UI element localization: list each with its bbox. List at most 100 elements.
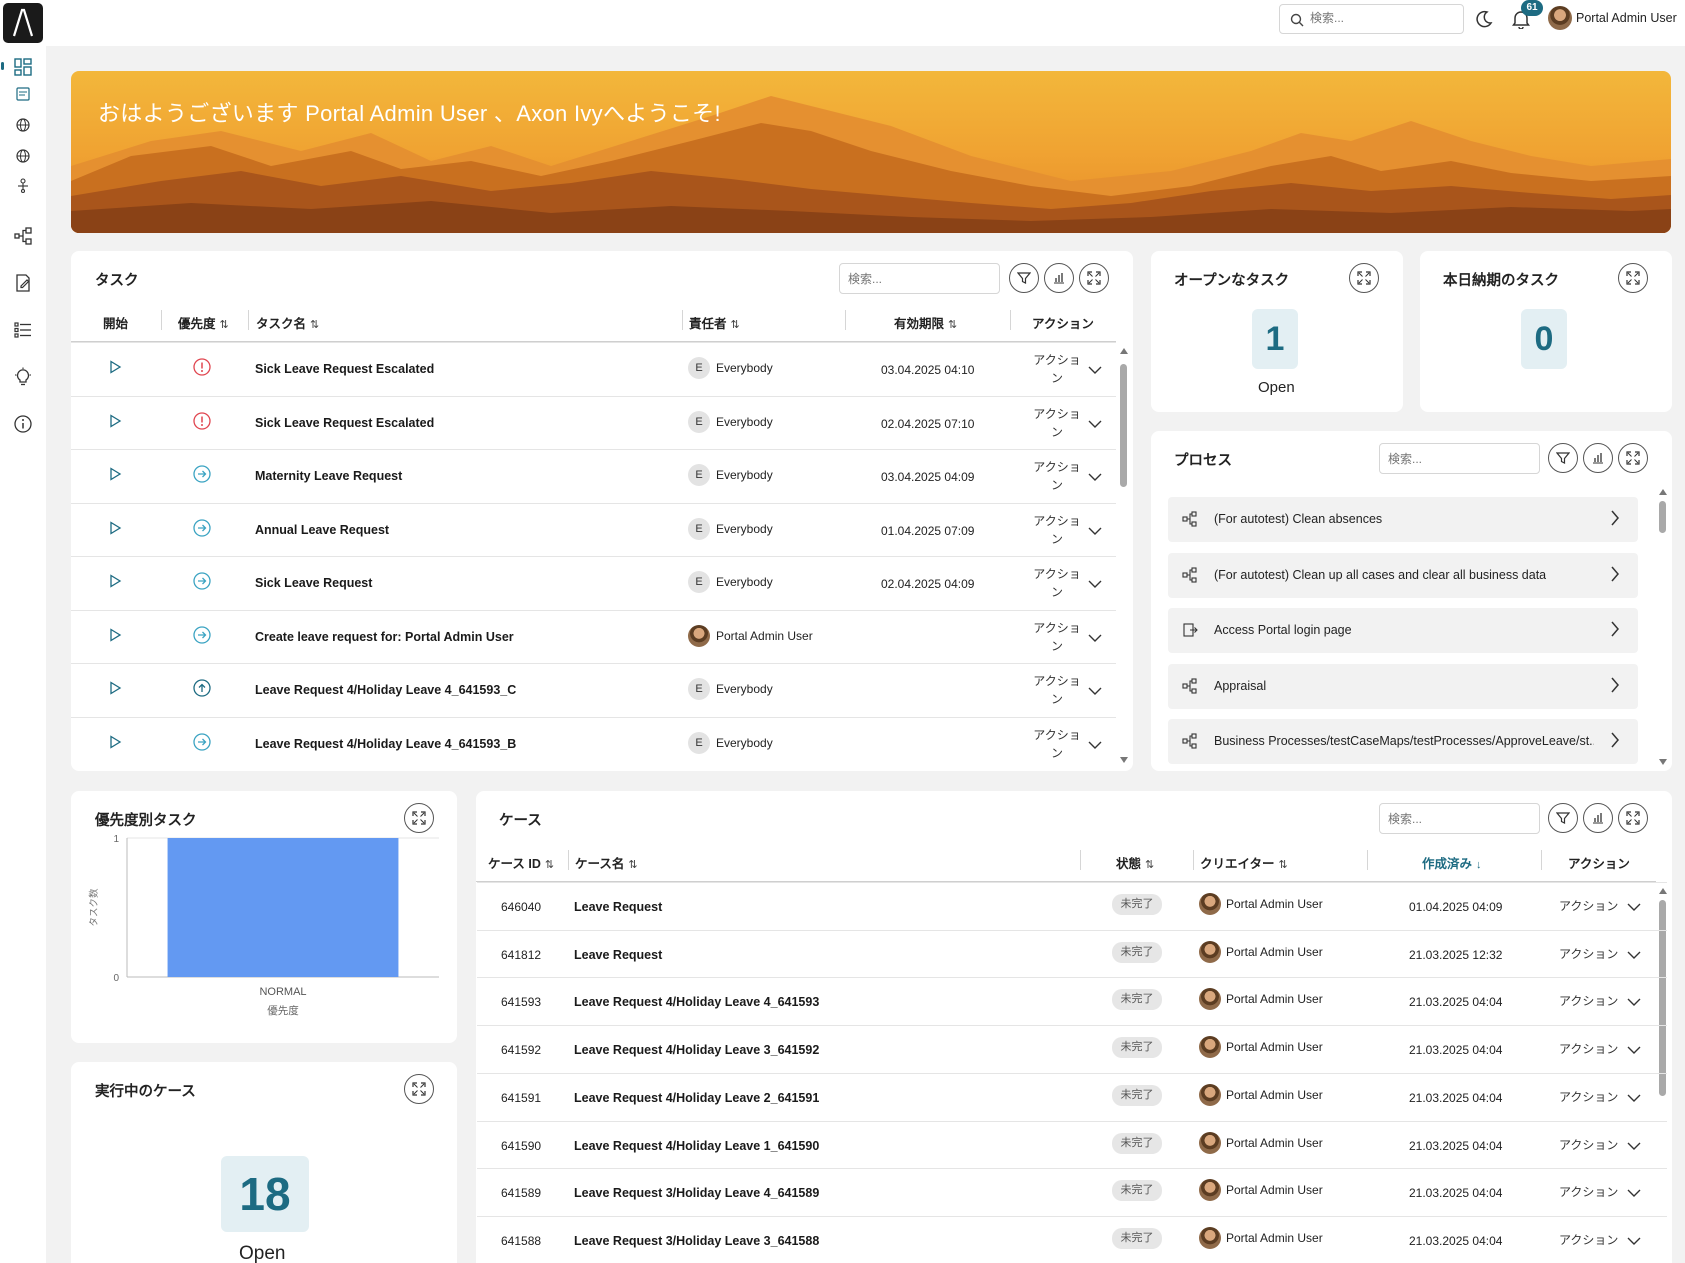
- task-name[interactable]: Leave Request 4/Holiday Leave 4_641593_B: [255, 737, 516, 751]
- table-row[interactable]: Sick Leave Request Escalated E Everybody 03…: [71, 342, 1116, 395]
- task-expand-button[interactable]: [1079, 263, 1109, 293]
- case-search-input[interactable]: [1380, 804, 1539, 833]
- case-list-icon[interactable]: [13, 320, 33, 340]
- task-action-button[interactable]: アクション: [1031, 726, 1083, 762]
- open-tasks-count[interactable]: 1: [1252, 309, 1298, 369]
- task-name[interactable]: Sick Leave Request Escalated: [255, 362, 434, 376]
- case-filter-button[interactable]: [1548, 803, 1578, 833]
- task-action-button[interactable]: アクション: [1031, 672, 1083, 708]
- start-task-icon[interactable]: [108, 413, 122, 431]
- column-header-state[interactable]: 状態 ⇅: [1116, 853, 1154, 872]
- start-task-icon[interactable]: [108, 627, 122, 645]
- table-row[interactable]: 646040 Leave Request 未完了 Portal Admin User 0…: [477, 882, 1667, 930]
- case-expand-button[interactable]: [1618, 803, 1648, 833]
- process-statistics-button[interactable]: [1583, 443, 1613, 473]
- column-header-due[interactable]: 有効期限 ⇅: [894, 313, 957, 332]
- task-name[interactable]: Leave Request 4/Holiday Leave 4_641593_C: [255, 683, 516, 697]
- scroll-down-arrow-icon[interactable]: [1659, 759, 1667, 765]
- table-row[interactable]: Sick Leave Request E Everybody 02.04.2025 0…: [71, 556, 1116, 609]
- axon-ivy-logo[interactable]: [3, 3, 43, 43]
- table-row[interactable]: Sick Leave Request Escalated E Everybody 02…: [71, 395, 1116, 449]
- table-row[interactable]: Annual Leave Request E Everybody 01.04.2025…: [71, 502, 1116, 556]
- task-edit-icon[interactable]: [13, 273, 33, 293]
- case-name[interactable]: Leave Request 4/Holiday Leave 2_641591: [574, 1091, 819, 1105]
- scroll-down-arrow-icon[interactable]: [1120, 757, 1128, 763]
- process-item[interactable]: Appraisal: [1168, 663, 1638, 709]
- dashboard-icon[interactable]: [13, 57, 33, 77]
- chevron-down-icon[interactable]: [1627, 1139, 1641, 1154]
- column-header-created[interactable]: 作成済み ↓: [1422, 853, 1482, 872]
- chevron-right-icon[interactable]: [1610, 510, 1620, 529]
- scroll-up-arrow-icon[interactable]: [1659, 489, 1667, 495]
- column-header-task-name[interactable]: タスク名 ⇅: [256, 313, 319, 332]
- running-cases-expand-button[interactable]: [404, 1074, 434, 1104]
- process-item[interactable]: Access Portal login page: [1168, 608, 1638, 653]
- globe-icon[interactable]: [15, 117, 31, 133]
- case-name[interactable]: Leave Request 3/Holiday Leave 4_641589: [574, 1186, 819, 1200]
- task-name[interactable]: Create leave request for: Portal Admin U…: [255, 630, 514, 644]
- column-header-case-name[interactable]: ケース名 ⇅: [575, 853, 638, 872]
- chevron-down-icon[interactable]: [1088, 631, 1102, 646]
- due-today-expand-button[interactable]: [1618, 263, 1648, 293]
- chevron-right-icon[interactable]: [1610, 732, 1620, 751]
- table-row[interactable]: Maternity Leave Request E Everybody 03.04.2…: [71, 449, 1116, 502]
- chevron-down-icon[interactable]: [1627, 1043, 1641, 1058]
- scroll-thumb[interactable]: [1120, 364, 1127, 487]
- table-row[interactable]: 641593 Leave Request 4/Holiday Leave 4_64…: [477, 977, 1667, 1025]
- case-search[interactable]: [1379, 803, 1540, 834]
- task-search-input[interactable]: [840, 264, 999, 293]
- case-action-button[interactable]: アクション: [1559, 897, 1618, 914]
- scroll-thumb[interactable]: [1659, 501, 1666, 533]
- chevron-down-icon[interactable]: [1088, 684, 1102, 699]
- column-header-priority[interactable]: 優先度 ⇅: [178, 313, 229, 332]
- start-task-icon[interactable]: [108, 520, 122, 538]
- task-statistics-button[interactable]: [1044, 263, 1074, 293]
- table-row[interactable]: Create leave request for: Portal Admin U…: [71, 609, 1116, 663]
- process-item[interactable]: (For autotest) Clean up all cases and cl…: [1168, 552, 1638, 598]
- running-cases-count[interactable]: 18: [221, 1156, 309, 1232]
- sub-dashboard-icon[interactable]: [15, 86, 31, 102]
- chevron-down-icon[interactable]: [1627, 1091, 1641, 1106]
- sitemap-icon[interactable]: [15, 178, 31, 194]
- info-icon[interactable]: [13, 414, 33, 434]
- chevron-down-icon[interactable]: [1088, 363, 1102, 378]
- chevron-down-icon[interactable]: [1088, 470, 1102, 485]
- case-action-button[interactable]: アクション: [1559, 945, 1618, 962]
- task-filter-button[interactable]: [1009, 263, 1039, 293]
- start-task-icon[interactable]: [108, 467, 122, 484]
- task-action-button[interactable]: アクション: [1031, 458, 1083, 494]
- chevron-down-icon[interactable]: [1088, 524, 1102, 539]
- task-name[interactable]: Maternity Leave Request: [255, 469, 402, 483]
- case-name[interactable]: Leave Request: [574, 900, 662, 914]
- table-row[interactable]: 641590 Leave Request 4/Holiday Leave 1_64…: [477, 1120, 1667, 1169]
- start-task-icon[interactable]: [108, 681, 122, 698]
- lightbulb-icon[interactable]: [13, 367, 33, 387]
- task-search[interactable]: [839, 263, 1000, 294]
- case-action-button[interactable]: アクション: [1559, 1040, 1618, 1057]
- column-header-responsible[interactable]: 責任者 ⇅: [689, 313, 740, 332]
- process-search[interactable]: [1379, 443, 1540, 474]
- dark-mode-toggle-icon[interactable]: [1474, 9, 1494, 29]
- case-action-button[interactable]: アクション: [1559, 1088, 1618, 1105]
- process-expand-button[interactable]: [1618, 443, 1648, 473]
- process-search-input[interactable]: [1380, 444, 1539, 473]
- chevron-down-icon[interactable]: [1627, 900, 1641, 915]
- start-task-icon[interactable]: [108, 574, 122, 591]
- task-name[interactable]: Sick Leave Request Escalated: [255, 416, 434, 430]
- task-action-button[interactable]: アクション: [1031, 619, 1083, 655]
- case-action-button[interactable]: アクション: [1559, 1136, 1618, 1153]
- chevron-down-icon[interactable]: [1627, 1186, 1641, 1201]
- case-action-button[interactable]: アクション: [1559, 1231, 1618, 1248]
- case-action-button[interactable]: アクション: [1559, 992, 1618, 1009]
- scroll-up-arrow-icon[interactable]: [1120, 348, 1128, 354]
- table-row[interactable]: 641588 Leave Request 3/Holiday Leave 3_64…: [477, 1215, 1667, 1263]
- case-name[interactable]: Leave Request: [574, 948, 662, 962]
- task-scrollbar[interactable]: [1120, 348, 1128, 764]
- table-row[interactable]: Leave Request 4/Holiday Leave 4_641593_C…: [71, 663, 1116, 716]
- table-row[interactable]: 641812 Leave Request 未完了 Portal Admin User 2…: [477, 929, 1667, 978]
- case-name[interactable]: Leave Request 4/Holiday Leave 4_641593: [574, 995, 819, 1009]
- chevron-right-icon[interactable]: [1610, 621, 1620, 640]
- table-row[interactable]: Leave Request 4/Holiday Leave 4_641593_B…: [71, 716, 1116, 770]
- global-search-input[interactable]: [1310, 11, 1455, 25]
- bar-normal[interactable]: [167, 838, 399, 977]
